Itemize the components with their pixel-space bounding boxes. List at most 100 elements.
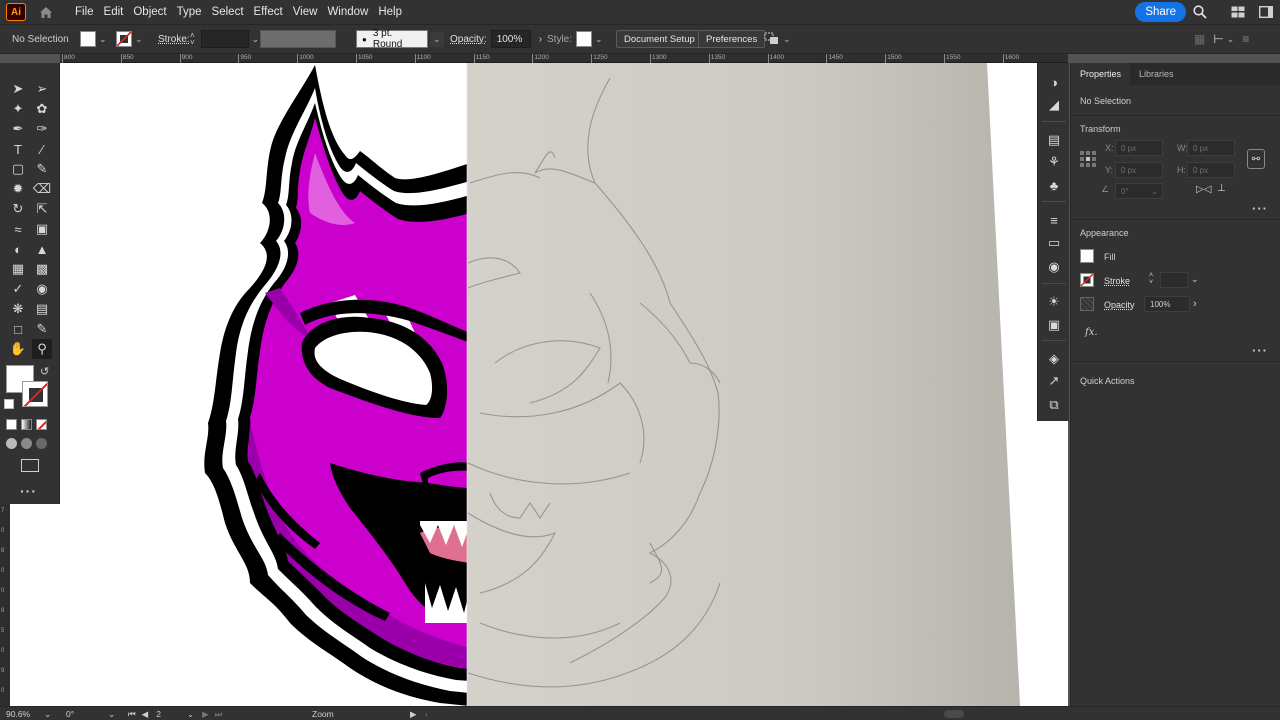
rectangle-tool-icon[interactable]: ▢ [8,159,28,179]
last-artboard-icon[interactable]: ⏭ [215,709,223,720]
more-options-icon[interactable]: ··· [1252,201,1268,216]
rotate-tool-icon[interactable]: ↻ [8,199,28,219]
x-field[interactable]: 0 px [1115,140,1163,156]
brush-definition[interactable]: ● 3 pt. Round ⌄ [356,25,444,53]
chevron-down-icon[interactable]: ⌄ [187,709,194,720]
none-icon[interactable] [36,419,47,430]
preferences-button[interactable]: Preferences [698,30,766,48]
flip-vertical-icon[interactable]: ⊥ [1217,183,1226,194]
scale-tool-icon[interactable]: ⇱ [32,199,52,219]
menu-select[interactable]: Select [207,0,249,24]
gradient-tool-icon[interactable]: ▩ [32,259,52,279]
menu-file[interactable]: File [70,0,99,24]
stroke-label[interactable]: Stroke: [158,25,190,53]
panel-layout-icon[interactable] [1252,0,1280,24]
style-control[interactable]: Style: ⌄ [547,25,603,53]
menu-effect[interactable]: Effect [249,0,288,24]
opacity-field[interactable]: 100% [1144,296,1190,312]
perspective-grid-tool-icon[interactable]: ▲ [32,239,52,259]
home-icon[interactable] [36,2,56,22]
direct-selection-tool-icon[interactable]: ➢ [32,79,52,99]
gradient-icon[interactable]: ▭ [1045,234,1063,252]
preferences-control[interactable]: Preferences [698,25,766,53]
canvas[interactable] [10,63,1068,706]
mesh-tool-icon[interactable]: ▦ [8,259,28,279]
stroke-weight-field[interactable] [200,30,249,48]
stroke-icon[interactable]: ≡ [1045,211,1063,229]
chevron-right-icon[interactable]: › [1193,298,1197,310]
graphic-styles-icon[interactable]: ▣ [1045,316,1063,334]
draw-inside-icon[interactable] [36,438,47,449]
hand-tool-icon[interactable]: ✋ [8,339,28,359]
menu-window[interactable]: Window [322,0,373,24]
artboards-icon[interactable]: ⧉ [1045,396,1063,414]
stroke-swatch[interactable]: ⌄ [116,25,143,53]
arrange-documents-icon[interactable] [1224,0,1252,24]
style-swatch[interactable] [576,31,593,47]
stroke-none-icon[interactable] [1080,273,1094,287]
line-segment-tool-icon[interactable]: ⁄ [32,139,52,159]
paintbrush-tool-icon[interactable]: ✎ [32,159,52,179]
stroke-label[interactable]: Stroke [1104,276,1130,286]
symbol-sprayer-tool-icon[interactable]: ❋ [8,299,28,319]
selection-tool-icon[interactable]: ➤ [8,79,28,99]
zoom-level-control[interactable]: 90.6% ⌄ [6,707,51,720]
tab-libraries[interactable]: Libraries [1130,63,1183,85]
fill-swatch[interactable]: ⌄ [80,25,107,53]
layers-icon[interactable]: ◈ [1045,350,1063,368]
document-setup-control[interactable]: Document Setup [616,25,703,53]
slice-tool-icon[interactable]: ✎ [32,319,52,339]
eraser-tool-icon[interactable]: ⌫ [32,179,52,199]
magic-wand-tool-icon[interactable]: ✦ [8,99,28,119]
zoom-tool-icon[interactable]: ⚲ [32,339,52,359]
stroke-weight-stepper[interactable]: ˄ ˅ ⌄ [190,25,259,53]
status-menu-icon[interactable]: ▶ [410,707,417,720]
blend-tool-icon[interactable]: ◉ [32,279,52,299]
rotate-view-control[interactable]: 0° ⌄ [66,707,115,720]
first-artboard-icon[interactable]: ⏮ [128,709,136,720]
swap-fill-stroke-icon[interactable]: ↺ [40,365,49,378]
pen-tool-icon[interactable]: ✒ [8,119,28,139]
brush-field[interactable]: ● 3 pt. Round [356,28,428,50]
reference-point-icon[interactable] [1080,151,1096,167]
menu-object[interactable]: Object [128,0,171,24]
brushes-icon[interactable]: ⚘ [1045,153,1063,171]
vertical-ruler[interactable]: 7 0 8 0 0 8 5 0 9 0 [0,504,10,706]
edit-toolbar-icon[interactable]: ··· [20,483,37,499]
tab-properties[interactable]: Properties [1071,63,1131,85]
stepper-arrows-icon[interactable]: ˄ ˅ [1149,272,1153,286]
color-guide-icon[interactable]: ◑ [1045,73,1063,91]
distribute-icon[interactable]: ▦ [1194,32,1205,46]
curvature-tool-icon[interactable]: ✑ [32,119,52,139]
color-icon[interactable]: ◢ [1045,96,1063,114]
more-options-icon[interactable]: ··· [1252,343,1268,358]
horizontal-ruler[interactable]: 800 850 900 950 1000 1050 1100 1150 1200 1250 1300… [60,54,1068,63]
type-tool-icon[interactable]: T [8,139,28,159]
menu-view[interactable]: View [288,0,323,24]
asset-export-icon[interactable]: ↗ [1045,372,1063,390]
rotate-field[interactable]: 0° ⌄ [1115,183,1163,199]
y-field[interactable]: 0 px [1115,162,1163,178]
shaper-tool-icon[interactable]: ✹ [8,179,28,199]
constrain-proportions-icon[interactable]: ⚯ [1247,149,1265,169]
column-graph-tool-icon[interactable]: ▤ [32,299,52,319]
menu-edit[interactable]: Edit [99,0,129,24]
horizontal-scrollbar-thumb[interactable] [944,710,964,718]
free-transform-tool-icon[interactable]: ▣ [32,219,52,239]
opacity-control[interactable]: Opacity: 100% › [450,25,542,53]
stroke-weight-field[interactable] [1160,272,1188,288]
draw-normal-icon[interactable] [6,438,17,449]
panel-menu-icon[interactable]: ≡ [1242,32,1249,46]
next-artboard-icon[interactable]: ▶ [202,709,209,720]
stroke-color-box[interactable] [22,381,48,407]
document-setup-button[interactable]: Document Setup [616,30,703,48]
share-button[interactable]: Share [1135,2,1186,22]
arrange-control[interactable]: ⌄ [764,25,791,53]
artwork[interactable] [10,63,1068,706]
appearance-icon[interactable]: ☀ [1045,293,1063,311]
fx-icon[interactable]: fx. [1085,327,1098,338]
chevron-down-icon[interactable]: ⌄ [1191,274,1199,285]
transparency-icon[interactable]: ◉ [1045,258,1063,276]
gradient-icon[interactable] [21,419,32,430]
artboard-tool-icon[interactable]: □ [8,319,28,339]
